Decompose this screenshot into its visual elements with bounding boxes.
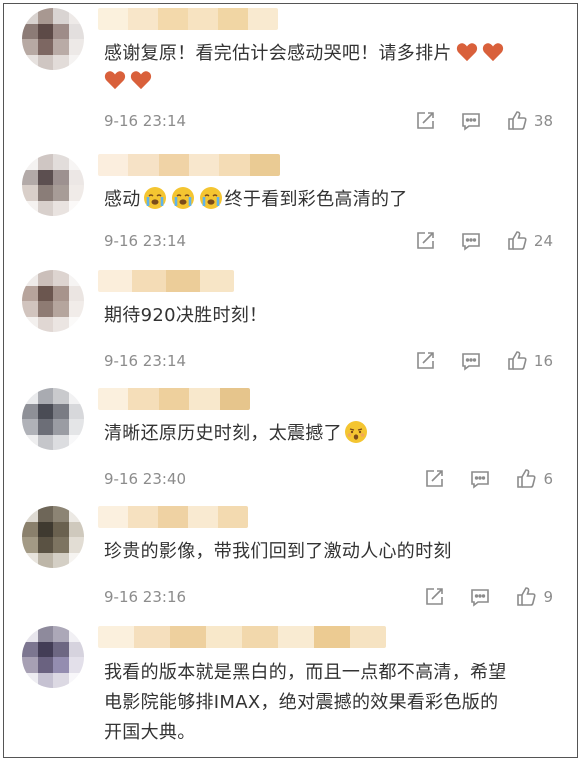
crying-face-icon [171, 186, 195, 210]
heart-icon [456, 42, 478, 62]
avatar[interactable] [22, 388, 84, 450]
like-count: 38 [533, 112, 553, 130]
comment-meta: 9-16 23:14 16 [104, 350, 563, 372]
comment-icon[interactable] [469, 586, 491, 608]
like-count: 16 [533, 352, 553, 370]
avatar[interactable] [22, 506, 84, 568]
username[interactable] [98, 506, 248, 528]
heart-icon [482, 42, 504, 62]
heart-icon [130, 70, 152, 90]
username[interactable] [98, 8, 278, 30]
comment-meta: 9-16 23:16 9 [104, 586, 563, 608]
share-icon[interactable] [423, 468, 445, 490]
timestamp: 9-16 23:14 [104, 352, 187, 370]
username[interactable] [98, 388, 250, 410]
username[interactable] [98, 270, 234, 292]
share-icon[interactable] [414, 110, 436, 132]
avatar[interactable] [22, 8, 84, 70]
comment-list: 感谢复原！看完估计会感动哭吧！请多排片 9-16 23:14 38 感动 终于看到… [3, 3, 578, 758]
comment-text: 清晰还原历史时刻，太震撼了 [104, 420, 563, 448]
share-icon[interactable] [423, 586, 445, 608]
comment-icon[interactable] [469, 468, 491, 490]
astonished-face-icon [344, 420, 368, 444]
thumbs-up-icon[interactable] [506, 350, 528, 372]
comment-text-line: 电影院能够排IMAX，绝对震撼的效果看彩色版的 [104, 692, 499, 713]
like-count: 24 [533, 232, 553, 250]
timestamp: 9-16 23:14 [104, 232, 187, 250]
comment-meta: 9-16 23:14 38 [104, 110, 563, 132]
like-count: 9 [543, 588, 553, 606]
comment-text: 感动 终于看到彩色高清的了 [104, 186, 563, 214]
username[interactable] [98, 626, 386, 648]
thumbs-up-icon[interactable] [506, 230, 528, 252]
comment-text: 期待920决胜时刻！ [104, 305, 268, 326]
crying-face-icon [143, 186, 167, 210]
thumbs-up-icon[interactable] [515, 586, 537, 608]
avatar[interactable] [22, 626, 84, 688]
username[interactable] [98, 154, 280, 176]
timestamp: 9-16 23:40 [104, 470, 187, 488]
comment-meta: 9-16 23:14 24 [104, 230, 563, 252]
thumbs-up-icon[interactable] [515, 468, 537, 490]
timestamp: 9-16 23:14 [104, 112, 187, 130]
share-icon[interactable] [414, 350, 436, 372]
heart-icon [104, 70, 126, 90]
like-count: 6 [543, 470, 553, 488]
comment-meta: 9-16 23:40 6 [104, 468, 563, 490]
crying-face-icon [199, 186, 223, 210]
comment-icon[interactable] [460, 350, 482, 372]
comment-text-line: 开国大典。 [104, 722, 196, 743]
timestamp: 9-16 23:16 [104, 588, 187, 606]
comment-icon[interactable] [460, 110, 482, 132]
comment-text-line: 我看的版本就是黑白的，而且一点都不高清，希望 [104, 662, 507, 683]
comment-icon[interactable] [460, 230, 482, 252]
avatar[interactable] [22, 270, 84, 332]
comment-text: 感谢复原！看完估计会感动哭吧！请多排片 [104, 40, 563, 96]
comment-text: 珍贵的影像，带我们回到了激动人心的时刻 [104, 541, 452, 562]
thumbs-up-icon[interactable] [506, 110, 528, 132]
share-icon[interactable] [414, 230, 436, 252]
avatar[interactable] [22, 154, 84, 216]
comment-text: 我看的版本就是黑白的，而且一点都不高清，希望 电影院能够排IMAX，绝对震撼的效… [104, 658, 563, 748]
